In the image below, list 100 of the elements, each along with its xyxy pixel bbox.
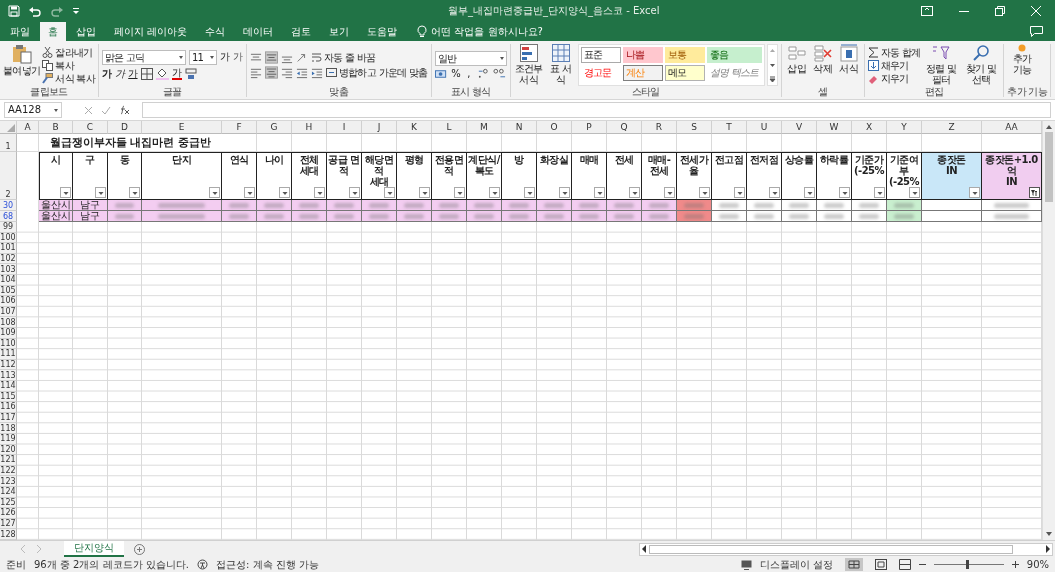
row-header[interactable]: 118 [0, 423, 17, 434]
row-header[interactable]: 120 [0, 444, 17, 456]
filter-button[interactable] [244, 187, 255, 198]
cell-style-option[interactable]: 경고문 [580, 65, 621, 81]
row-header[interactable]: 116 [0, 402, 17, 413]
column-header[interactable]: Z [922, 121, 982, 134]
accessibility-status[interactable]: 접근성: 계속 진행 가능 [216, 557, 319, 572]
column-header[interactable]: S [677, 121, 712, 134]
cell-style-option[interactable]: 좋음 [706, 47, 762, 63]
filter-button[interactable] [314, 187, 325, 198]
ribbon-tab[interactable]: 보기 [321, 22, 358, 41]
row-header[interactable]: 106 [0, 296, 17, 307]
name-box[interactable]: AA128 [4, 102, 62, 118]
more-icon[interactable] [767, 75, 777, 84]
filter-button[interactable] [349, 187, 360, 198]
filter-button[interactable] [524, 187, 535, 198]
comment-icon[interactable] [1030, 26, 1043, 37]
filter-button[interactable] [969, 187, 980, 198]
filter-button[interactable] [279, 187, 290, 198]
horizontal-scrollbar[interactable] [639, 542, 1053, 556]
autosum-button[interactable]: 자동 합계 [867, 46, 921, 58]
accessibility-icon[interactable] [197, 559, 208, 570]
column-header[interactable]: H [292, 121, 327, 134]
decrease-indent-icon[interactable] [295, 66, 308, 79]
filter-button[interactable] [1029, 187, 1040, 198]
insert-function-icon[interactable] [119, 105, 130, 115]
column-header[interactable]: R [642, 121, 677, 134]
filter-button[interactable] [734, 187, 745, 198]
filter-button[interactable] [629, 187, 640, 198]
bold-button[interactable]: 가 [101, 66, 112, 81]
column-header[interactable]: W [817, 121, 852, 134]
zoom-in-icon[interactable] [1011, 561, 1019, 568]
filter-button[interactable] [60, 187, 71, 198]
percent-button[interactable]: % [450, 68, 461, 79]
filter-button[interactable] [454, 187, 465, 198]
ribbon-tab[interactable]: 홈 [40, 22, 66, 41]
zoom-level[interactable]: 90% [1026, 559, 1049, 570]
clear-button[interactable]: 지우기 [867, 72, 921, 84]
column-header[interactable]: A [17, 121, 39, 134]
filter-button[interactable] [209, 187, 220, 198]
row-header[interactable]: 99 [0, 222, 17, 233]
row-header[interactable]: 124 [0, 487, 17, 498]
normal-view-icon[interactable] [844, 558, 863, 571]
row-header[interactable]: 114 [0, 381, 17, 392]
column-header[interactable]: D [108, 121, 142, 134]
display-settings[interactable]: 디스플레이 설정 [759, 557, 833, 572]
comma-button[interactable]: , [463, 68, 474, 79]
borders-icon[interactable] [140, 67, 153, 80]
align-right-icon[interactable] [280, 66, 293, 79]
row-header[interactable]: 121 [0, 455, 17, 466]
redo-icon[interactable] [50, 5, 64, 17]
save-icon[interactable] [8, 5, 20, 17]
row-header[interactable]: 110 [0, 338, 17, 350]
column-header[interactable]: J [362, 121, 397, 134]
cell-style-option[interactable]: 나쁨 [622, 47, 663, 63]
column-header[interactable]: B [39, 121, 73, 134]
sort-filter-button[interactable]: 정렬 및 필터 [922, 44, 961, 86]
column-header[interactable]: AA [982, 121, 1042, 134]
align-middle-icon[interactable] [264, 51, 278, 64]
paste-button[interactable]: 붙여넣기 [3, 44, 41, 86]
filter-button[interactable] [95, 187, 106, 198]
column-header[interactable]: N [502, 121, 537, 134]
copy-button[interactable]: 복사 [42, 59, 95, 71]
insert-cells-button[interactable]: 삽입 [784, 44, 809, 86]
row-header[interactable]: 101 [0, 243, 17, 254]
row-header[interactable]: 2 [0, 152, 17, 200]
merge-center-button[interactable]: 병합하고 가운데 맞춤 [325, 67, 428, 78]
column-header[interactable]: O [537, 121, 572, 134]
column-header[interactable]: Q [607, 121, 642, 134]
row-header[interactable]: 113 [0, 370, 17, 381]
scroll-thumb[interactable] [649, 544, 1013, 554]
filter-button[interactable] [839, 187, 850, 198]
find-select-button[interactable]: 찾기 및 선택 [962, 44, 1001, 86]
font-name-field[interactable]: 맑은 고딕 [101, 49, 186, 65]
filter-button[interactable] [699, 187, 710, 198]
add-sheet-icon[interactable] [134, 543, 145, 555]
decrease-decimal-icon[interactable] [492, 67, 506, 80]
column-header[interactable]: U [747, 121, 782, 134]
row-header[interactable]: 126 [0, 508, 17, 519]
tell-me-search[interactable]: 어떤 작업을 원하시나요? [429, 22, 545, 41]
column-header[interactable]: E [142, 121, 222, 134]
column-header[interactable]: V [782, 121, 817, 134]
column-header[interactable]: P [572, 121, 607, 134]
font-size-field[interactable]: 11 [188, 49, 217, 65]
increase-decimal-icon[interactable] [476, 67, 490, 80]
scroll-up-icon[interactable] [1045, 124, 1053, 130]
scroll-down-icon[interactable] [1045, 531, 1053, 537]
phonetic-guide-icon[interactable] [184, 67, 197, 80]
page-layout-icon[interactable] [874, 559, 887, 570]
column-header[interactable]: F [222, 121, 257, 134]
row-header[interactable]: 68 [0, 211, 17, 222]
row-header[interactable]: 109 [0, 328, 17, 339]
filter-button[interactable] [664, 187, 675, 198]
filter-button[interactable] [559, 187, 570, 198]
undo-icon[interactable] [28, 5, 42, 17]
column-header[interactable]: Y [887, 121, 922, 134]
cell-style-option[interactable]: 표준 [580, 47, 621, 63]
grow-font-button[interactable]: 가 [219, 50, 230, 64]
filter-button[interactable] [874, 187, 885, 198]
fill-color-icon[interactable] [155, 67, 169, 80]
